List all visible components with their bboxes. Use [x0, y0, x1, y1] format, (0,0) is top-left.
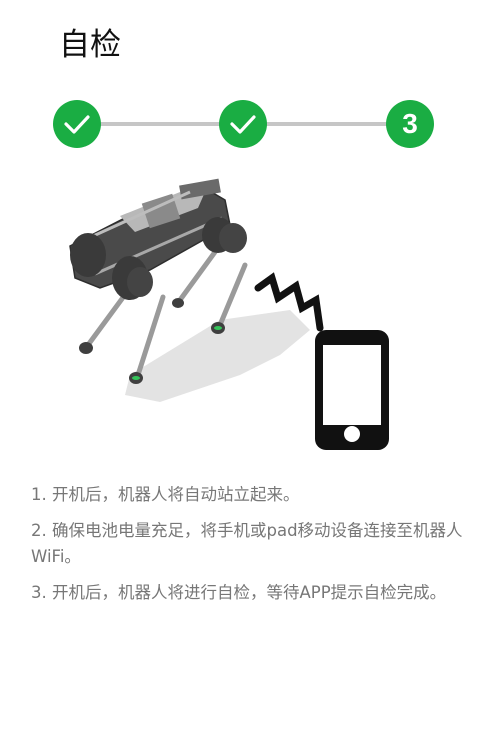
step-connector [99, 122, 221, 126]
step-number: 3 [402, 108, 418, 139]
instruction-list: 1. 开机后，机器人将自动站立起来。 2. 确保电池电量充足，将手机或pad移动… [31, 482, 471, 616]
step-3-current: 3 [386, 100, 434, 148]
check-icon [230, 115, 256, 134]
robot-phone-illustration [69, 178, 389, 450]
page-title: 自检 [59, 27, 121, 63]
smartphone-icon [315, 330, 389, 450]
step-1-complete [53, 100, 101, 148]
step-2-complete [219, 100, 267, 148]
instruction-item: 3. 开机后，机器人将进行自检，等待APP提示自检完成。 [31, 583, 447, 602]
instruction-item: 2. 确保电池电量充足，将手机或pad移动设备连接至机器人WiFi。 [31, 521, 463, 566]
check-icon [64, 115, 90, 134]
progress-stepper: 3 [53, 100, 435, 148]
instruction-item: 1. 开机后，机器人将自动站立起来。 [31, 485, 300, 504]
step-connector [265, 122, 389, 126]
